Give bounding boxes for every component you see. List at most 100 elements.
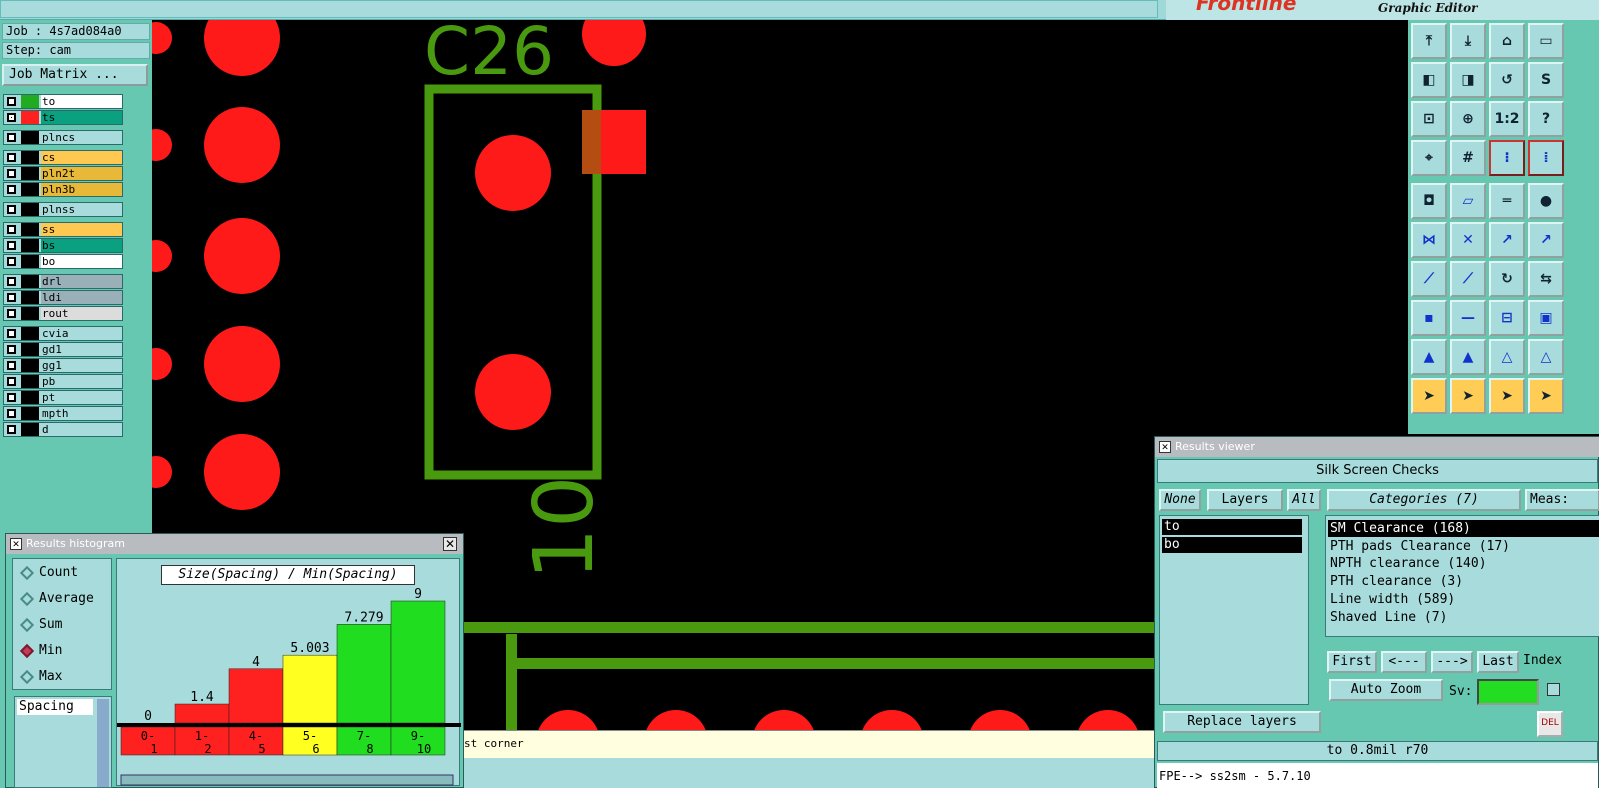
segment-icon[interactable]: — (1450, 300, 1486, 336)
triangle-a-icon[interactable]: △ (1489, 339, 1525, 375)
layer-row-ss[interactable]: ss (3, 222, 123, 237)
back-icon[interactable]: ↺ (1489, 62, 1525, 98)
select-multi-icon[interactable]: ➤ (1528, 378, 1564, 414)
pan-left-icon[interactable]: ◧ (1411, 62, 1447, 98)
close-icon[interactable]: ✕ (443, 537, 457, 551)
mode-radio-min[interactable]: Min (19, 641, 109, 661)
job-matrix-button[interactable]: Job Matrix ... (2, 64, 148, 86)
field-item[interactable]: Spacing (17, 699, 93, 715)
all-button[interactable]: All (1287, 489, 1321, 511)
none-button[interactable]: None (1159, 489, 1201, 511)
point-alt-icon[interactable]: ↗ (1528, 222, 1564, 258)
mode-radio-sum[interactable]: Sum (19, 615, 109, 635)
layer-row-ts[interactable]: ts (3, 110, 123, 125)
layer-row-pln2t[interactable]: pln2t (3, 166, 123, 181)
point-icon[interactable]: ↗ (1489, 222, 1525, 258)
zoom-pan-icon[interactable]: ⤓ (1450, 23, 1486, 59)
layer-row-bs[interactable]: bs (3, 238, 123, 253)
mode-radio-max[interactable]: Max (19, 667, 109, 687)
layer-row-pt[interactable]: pt (3, 390, 123, 405)
layer-row-plncs[interactable]: plncs (3, 130, 123, 145)
zoom-in-icon[interactable]: ⊕ (1450, 101, 1486, 137)
layer-checkbox[interactable] (7, 257, 16, 266)
home-icon[interactable]: ⌂ (1489, 23, 1525, 59)
field-list[interactable]: Spacing (14, 696, 112, 788)
layer-checkbox[interactable] (7, 97, 16, 106)
s-route-icon[interactable]: S (1528, 62, 1564, 98)
category-item[interactable]: Line width (589) (1328, 591, 1599, 608)
option-checkbox[interactable] (1547, 683, 1560, 696)
rotate-icon[interactable]: ↻ (1489, 261, 1525, 297)
layer-checkbox[interactable] (7, 329, 16, 338)
layer-checkbox[interactable] (7, 185, 16, 194)
delete-button[interactable]: DEL (1537, 711, 1563, 737)
pad-icon[interactable]: ◘ (1411, 183, 1447, 219)
categories-button[interactable]: Categories (7) (1327, 489, 1521, 511)
layer-checkbox[interactable] (7, 153, 16, 162)
histogram-title[interactable]: Results histogram (6, 534, 463, 554)
dot-icon[interactable]: ● (1528, 183, 1564, 219)
grid-icon[interactable]: # (1450, 140, 1486, 176)
pad-move-icon[interactable]: ▪ (1411, 300, 1447, 336)
replace-layers-button[interactable]: Replace layers (1163, 711, 1321, 733)
pan-right-icon[interactable]: ◨ (1450, 62, 1486, 98)
layer-checkbox[interactable] (7, 309, 16, 318)
line-icon[interactable]: ⟋ (1411, 261, 1447, 297)
layer-checkbox[interactable] (7, 361, 16, 370)
layers-button[interactable]: Layers (1207, 489, 1283, 511)
category-item[interactable]: PTH clearance (3) (1328, 573, 1599, 590)
layer-checkbox[interactable] (7, 345, 16, 354)
ruler-icon[interactable]: ═ (1489, 183, 1525, 219)
mode-radio-average[interactable]: Average (19, 589, 109, 609)
next-button[interactable]: ---> (1431, 651, 1473, 673)
outline-icon[interactable]: ▱ (1450, 183, 1486, 219)
window-menu-icon[interactable]: ✕ (10, 538, 22, 550)
select-box-icon[interactable]: ➤ (1450, 378, 1486, 414)
net-icon[interactable]: ⁝ (1489, 140, 1525, 176)
layer-row-gg1[interactable]: gg1 (3, 358, 123, 373)
layer-row-to[interactable]: to (3, 94, 123, 109)
mode-radio-count[interactable]: Count (19, 563, 109, 583)
fit-screen-icon[interactable]: ▭ (1528, 23, 1564, 59)
layer-checkbox[interactable] (7, 241, 16, 250)
zoom-fit-icon[interactable]: ⊡ (1411, 101, 1447, 137)
mirror-icon[interactable]: ⇆ (1528, 261, 1564, 297)
sv-select[interactable] (1477, 679, 1539, 705)
net-alt-icon[interactable]: ⁞ (1528, 140, 1564, 176)
layer-row-cs[interactable]: cs (3, 150, 123, 165)
measure-button[interactable]: Meas: (1525, 489, 1599, 511)
layer-row-drl[interactable]: drl (3, 274, 123, 289)
prev-button[interactable]: <--- (1381, 651, 1427, 673)
viewer-title[interactable]: Results viewer (1155, 437, 1599, 457)
auto-zoom-button[interactable]: Auto Zoom (1329, 679, 1443, 701)
layer-checkbox[interactable] (7, 277, 16, 286)
layer-row-d[interactable]: d (3, 422, 123, 437)
ratio-icon[interactable]: 1:2 (1489, 101, 1525, 137)
layer-checkbox[interactable] (7, 169, 16, 178)
layer-checkbox[interactable] (7, 225, 16, 234)
category-item[interactable]: SM Clearance (168) (1328, 520, 1599, 537)
first-button[interactable]: First (1327, 651, 1377, 673)
layer-checkbox[interactable] (7, 113, 16, 122)
cross-icon[interactable]: ✕ (1450, 222, 1486, 258)
layer-checkbox[interactable] (7, 409, 16, 418)
layer-row-mpth[interactable]: mpth (3, 406, 123, 421)
result-layer-item[interactable]: to (1162, 519, 1302, 535)
layer-checkbox[interactable] (7, 425, 16, 434)
help-icon[interactable]: ? (1528, 101, 1564, 137)
triangle-b-icon[interactable]: △ (1528, 339, 1564, 375)
layer-checkbox[interactable] (7, 133, 16, 142)
layer-row-ldi[interactable]: ldi (3, 290, 123, 305)
select-round-icon[interactable]: ➤ (1489, 378, 1525, 414)
layer-row-pb[interactable]: pb (3, 374, 123, 389)
layer-row-pln3b[interactable]: pln3b (3, 182, 123, 197)
last-button[interactable]: Last (1477, 651, 1519, 673)
triangle-icon[interactable]: ▲ (1411, 339, 1447, 375)
measure-icon[interactable]: ⊟ (1489, 300, 1525, 336)
cluster-icon[interactable]: ▣ (1528, 300, 1564, 336)
category-item[interactable]: Shaved Line (7) (1328, 609, 1599, 626)
window-menu-icon[interactable]: ✕ (1159, 441, 1171, 453)
category-item[interactable]: PTH pads Clearance (17) (1328, 538, 1599, 555)
result-layer-item[interactable]: bo (1162, 537, 1302, 553)
layer-row-rout[interactable]: rout (3, 306, 123, 321)
